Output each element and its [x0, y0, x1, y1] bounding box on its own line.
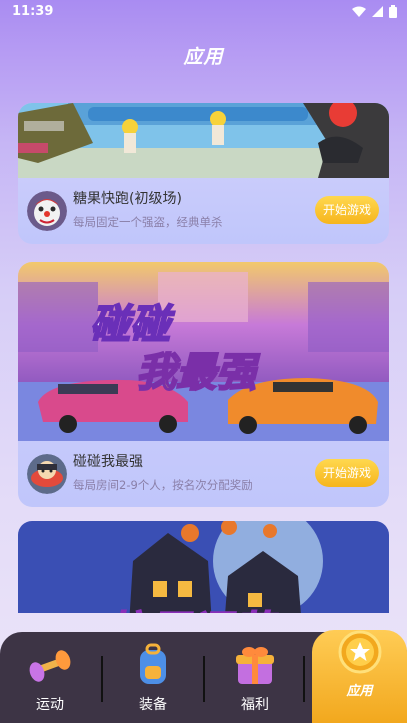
game-list[interactable]: 糖果快跑(初级场) 每局固定一个强盗，经典单杀 开始游戏 碰碰 我最强 碰碰我最… [0, 103, 407, 613]
tab-label: 福利 [241, 697, 269, 713]
dumbbell-icon [29, 650, 71, 682]
tab-label: 运动 [36, 697, 64, 713]
page-title: 应用 [183, 46, 224, 68]
gift-box-icon [236, 647, 274, 684]
tab-equipment[interactable]: 装备 [103, 632, 203, 723]
game-banner-candy-run[interactable] [18, 103, 389, 178]
game-banner-halloween[interactable]: 搞恶逗萌 [18, 521, 389, 613]
start-game-button[interactable]: 开始游戏 [314, 459, 379, 487]
star-badge-icon [338, 630, 382, 674]
game-card-halloween[interactable]: 搞恶逗萌 [18, 521, 389, 613]
tab-label: 应用 [346, 684, 373, 699]
tab-apps[interactable]: 应用 [312, 630, 407, 723]
banner-title: 搞恶逗萌 [107, 599, 276, 613]
tab-welfare[interactable]: 福利 [205, 632, 305, 723]
signal-icon [372, 6, 383, 17]
game-description: 每局房间2-9个人，按名次分配奖励 [73, 478, 253, 492]
game-card-candy-run[interactable]: 糖果快跑(初级场) 每局固定一个强盗，经典单杀 开始游戏 [18, 103, 389, 244]
banner-title-line-2: 我最强 [135, 349, 257, 397]
status-icons [352, 5, 397, 18]
battery-icon [389, 5, 397, 18]
game-name: 糖果快跑(初级场) [73, 191, 182, 207]
start-game-button[interactable]: 开始游戏 [314, 196, 379, 224]
game-name: 碰碰我最强 [73, 454, 143, 470]
avatar [27, 454, 67, 494]
tab-label: 装备 [139, 697, 167, 713]
status-bar: 11:39 [0, 0, 407, 24]
avatar [27, 191, 67, 231]
game-card-bumper[interactable]: 碰碰 我最强 碰碰我最强 每局房间2-9个人，按名次分配奖励 开始游戏 [18, 262, 389, 507]
tab-divider [303, 656, 305, 702]
wifi-icon [352, 6, 366, 17]
tab-sports[interactable]: 运动 [0, 632, 100, 723]
game-description: 每局固定一个强盗，经典单杀 [73, 215, 223, 229]
backpack-icon [140, 643, 166, 684]
status-time: 11:39 [12, 4, 54, 19]
game-banner-bumper[interactable]: 碰碰 我最强 [18, 262, 389, 441]
